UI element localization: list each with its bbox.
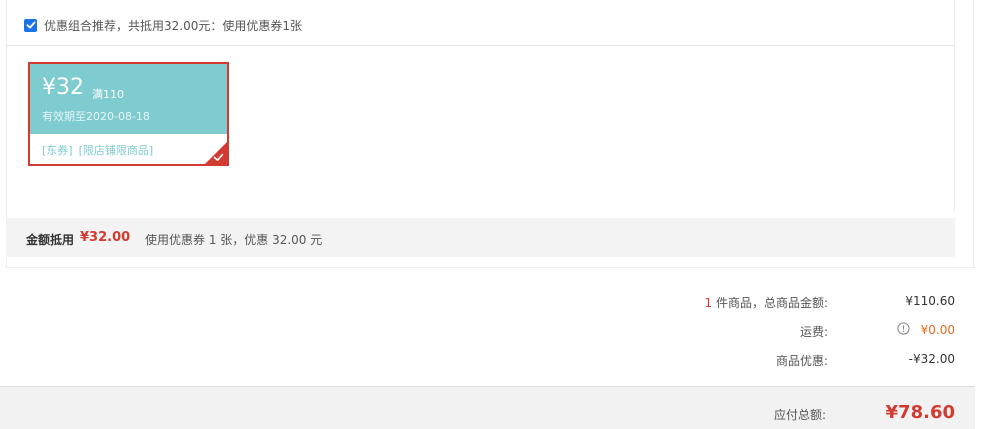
shipping-value: ¥0.00 <box>920 323 955 337</box>
items-total-label: 1 件商品，总商品金额: <box>568 294 829 311</box>
items-total-value: ¥110.60 <box>905 294 955 308</box>
shipping-label: 运费: <box>799 325 828 339</box>
order-totals: 1 件商品，总商品金额: ¥110.60 运费: ¥0.00 商品优惠: -¥3… <box>0 0 1003 429</box>
payable-label: 应付总额: <box>773 408 826 422</box>
discount-label: 商品优惠: <box>775 354 828 368</box>
discount-value: -¥32.00 <box>908 352 955 366</box>
payable-footer <box>0 386 975 429</box>
payable-amount: ¥78.60 <box>885 402 955 423</box>
items-label-text: 件商品，总商品金额: <box>712 296 828 310</box>
items-count: 1 <box>704 296 713 310</box>
